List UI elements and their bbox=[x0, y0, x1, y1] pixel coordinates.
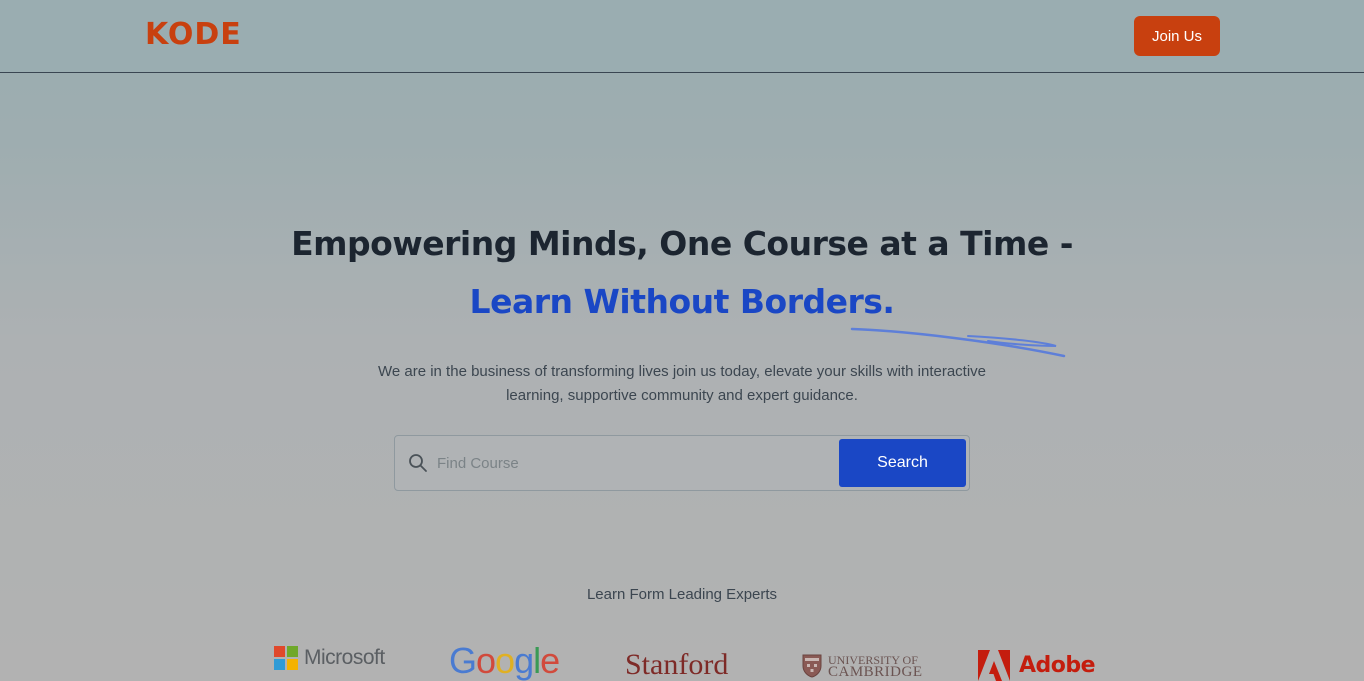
google-letter: o bbox=[476, 640, 496, 681]
cambridge-line2: CAMBRIDGE bbox=[828, 664, 923, 680]
google-letter: o bbox=[495, 640, 515, 681]
google-letter: G bbox=[449, 640, 477, 681]
join-us-button[interactable]: Join Us bbox=[1134, 16, 1220, 56]
adobe-a-icon bbox=[978, 650, 1010, 681]
stanford-logo: Stanford bbox=[625, 648, 729, 681]
cambridge-logo: UNIVERSITY OF CAMBRIDGE bbox=[802, 654, 923, 680]
course-search-bar: Search bbox=[394, 435, 970, 491]
hero-heading: Empowering Minds, One Course at a Time - bbox=[291, 224, 1073, 263]
search-icon bbox=[409, 454, 427, 472]
google-letter: g bbox=[514, 640, 534, 681]
microsoft-logo: Microsoft bbox=[274, 646, 385, 670]
google-letter: l bbox=[533, 640, 541, 681]
top-navbar: KODE Join Us bbox=[0, 0, 1364, 73]
adobe-logo: Adobe bbox=[978, 650, 1096, 681]
google-letter: e bbox=[540, 640, 560, 681]
scribble-underline-icon bbox=[850, 327, 1066, 358]
cambridge-shield-icon bbox=[802, 654, 822, 678]
adobe-wordmark: Adobe bbox=[1019, 653, 1096, 678]
microsoft-squares-icon bbox=[274, 646, 298, 670]
kode-logo[interactable]: KODE bbox=[145, 17, 242, 52]
experts-label: Learn Form Leading Experts bbox=[586, 586, 778, 603]
microsoft-wordmark: Microsoft bbox=[304, 646, 385, 669]
google-logo: Google bbox=[449, 640, 560, 681]
course-search-input[interactable] bbox=[437, 446, 827, 480]
hero-subtext: We are in the business of transforming l… bbox=[377, 363, 987, 404]
hero-heading-highlight: Learn Without Borders. bbox=[469, 282, 895, 321]
search-button[interactable]: Search bbox=[839, 439, 966, 487]
